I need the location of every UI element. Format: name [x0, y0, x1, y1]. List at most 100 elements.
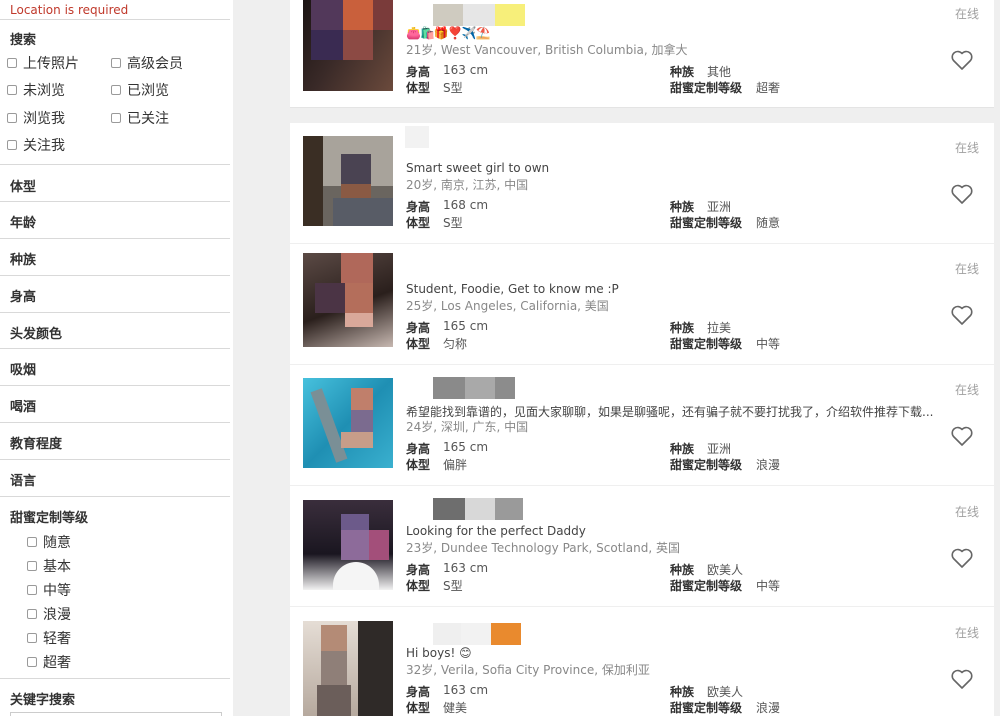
body-value: S型 [443, 579, 463, 593]
section-hair-color[interactable]: 头发颜色 [10, 323, 62, 342]
level-super-luxury[interactable]: 超奢 [27, 652, 71, 672]
filter-label: 关注我 [23, 138, 65, 154]
face-mosaic-tile [311, 0, 343, 30]
username-redacted [405, 126, 429, 148]
checkbox[interactable] [7, 113, 17, 123]
profile-list: 👛🛍️🎁❣️✈️⛱️ 21岁, West Vancouver, British … [290, 0, 1000, 716]
heart-outline-icon[interactable] [950, 668, 974, 690]
checkbox[interactable] [7, 85, 17, 95]
face-mosaic-tile [315, 283, 345, 313]
photo-shading [317, 685, 351, 716]
level-medium[interactable]: 中等 [27, 580, 71, 600]
level-romantic[interactable]: 浪漫 [27, 604, 71, 624]
profile-card[interactable]: Smart sweet girl to own 20岁, 南京, 江苏, 中国 … [290, 123, 994, 243]
section-language[interactable]: 语言 [10, 470, 36, 489]
divider [0, 201, 230, 202]
face-mosaic-tile [341, 432, 373, 448]
face-mosaic-tile [341, 184, 371, 198]
divider [0, 459, 230, 460]
checkbox[interactable] [27, 561, 37, 571]
username-redacted [405, 377, 515, 399]
checkbox[interactable] [111, 113, 121, 123]
checkbox[interactable] [111, 85, 121, 95]
ethnicity-label: 种族 [670, 321, 695, 335]
profile-card[interactable]: 👛🛍️🎁❣️✈️⛱️ 21岁, West Vancouver, British … [290, 0, 994, 108]
level-basic[interactable]: 基本 [27, 556, 71, 576]
profile-location: 32岁, Verila, Sofia City Province, 保加利亚 [406, 663, 650, 677]
keyword-search-input[interactable] [10, 712, 222, 716]
height-label: 身高 [406, 65, 431, 79]
divider [0, 678, 230, 679]
section-drinking[interactable]: 喝酒 [10, 396, 36, 415]
profile-card[interactable]: Looking for the perfect Daddy 23岁, Dunde… [290, 486, 994, 606]
filter-premium-member[interactable]: 高级会员 [111, 53, 183, 73]
ethnicity-label: 种族 [670, 442, 695, 456]
level-label: 甜蜜定制等级 [670, 81, 743, 95]
filter-uploaded-photos[interactable]: 上传照片 [7, 53, 79, 73]
filter-label: 未浏览 [23, 83, 65, 99]
profile-card[interactable]: 希望能找到靠谱的，见面大家聊聊，如果是聊骚呢，还有骗子就不要打扰我了，介绍软件推… [290, 365, 994, 485]
checkbox[interactable] [7, 140, 17, 150]
profile-location: 20岁, 南京, 江苏, 中国 [406, 178, 529, 192]
heart-outline-icon[interactable] [950, 425, 974, 447]
profile-photo[interactable] [303, 500, 393, 590]
search-filter-label: 搜索 [10, 33, 37, 48]
filter-followers[interactable]: 关注我 [7, 135, 65, 155]
section-height[interactable]: 身高 [10, 286, 36, 305]
filter-label: 浏览我 [23, 111, 65, 127]
heart-outline-icon[interactable] [950, 547, 974, 569]
body-label: 体型 [406, 701, 431, 715]
section-education[interactable]: 教育程度 [10, 433, 62, 452]
checkbox[interactable] [27, 609, 37, 619]
face-mosaic-tile [341, 514, 369, 530]
heart-outline-icon[interactable] [950, 49, 974, 71]
level-value: 超奢 [756, 81, 781, 95]
profile-headline: Student, Foodie, Get to know me :P [406, 282, 619, 296]
profile-photo[interactable] [303, 378, 393, 468]
face-mosaic-tile [321, 625, 347, 651]
face-mosaic-tile [343, 0, 373, 30]
checkbox[interactable] [7, 58, 17, 68]
section-age[interactable]: 年龄 [10, 212, 36, 231]
profile-photo[interactable] [303, 0, 393, 91]
filter-viewed-me[interactable]: 浏览我 [7, 108, 65, 128]
sugar-level-label: 甜蜜定制等级 [10, 511, 89, 526]
body-label: 体型 [406, 579, 431, 593]
section-body-type[interactable]: 体型 [10, 176, 36, 195]
heart-outline-icon[interactable] [950, 183, 974, 205]
section-smoking[interactable]: 吸烟 [10, 359, 36, 378]
level-casual[interactable]: 随意 [27, 532, 71, 552]
profile-photo[interactable] [303, 621, 393, 716]
checkbox[interactable] [27, 657, 37, 667]
height-value: 163 cm [443, 683, 489, 697]
height-label: 身高 [406, 442, 431, 456]
filter-viewed[interactable]: 已浏览 [111, 80, 169, 100]
filter-label: 已关注 [127, 111, 169, 127]
online-status: 在线 [954, 262, 979, 276]
profile-location: 21岁, West Vancouver, British Columbia, 加… [406, 43, 688, 57]
checkbox[interactable] [27, 585, 37, 595]
level-light-luxury[interactable]: 轻奢 [27, 628, 71, 648]
profile-card[interactable]: Hi boys! 😊 32岁, Verila, Sofia City Provi… [290, 607, 994, 716]
face-mosaic-tile [311, 30, 343, 60]
profile-photo[interactable] [303, 253, 393, 347]
section-ethnicity[interactable]: 种族 [10, 249, 36, 268]
profile-location: 23岁, Dundee Technology Park, Scotland, 英… [406, 541, 680, 555]
heart-outline-icon[interactable] [950, 304, 974, 326]
level-value: 浪漫 [756, 701, 781, 715]
filter-not-viewed[interactable]: 未浏览 [7, 80, 65, 100]
height-value: 163 cm [443, 63, 489, 77]
profile-photo[interactable] [303, 136, 393, 226]
online-status: 在线 [954, 505, 979, 519]
level-label: 基本 [43, 559, 71, 575]
divider [0, 385, 230, 386]
checkbox[interactable] [111, 58, 121, 68]
body-value: 健美 [443, 701, 468, 715]
profile-card[interactable]: Student, Foodie, Get to know me :P 25岁, … [290, 244, 994, 364]
profile-headline: Smart sweet girl to own [406, 161, 550, 175]
filter-following[interactable]: 已关注 [111, 108, 169, 128]
checkbox[interactable] [27, 537, 37, 547]
ethnicity-value: 亚洲 [707, 442, 732, 456]
checkbox[interactable] [27, 633, 37, 643]
body-value: S型 [443, 216, 463, 230]
